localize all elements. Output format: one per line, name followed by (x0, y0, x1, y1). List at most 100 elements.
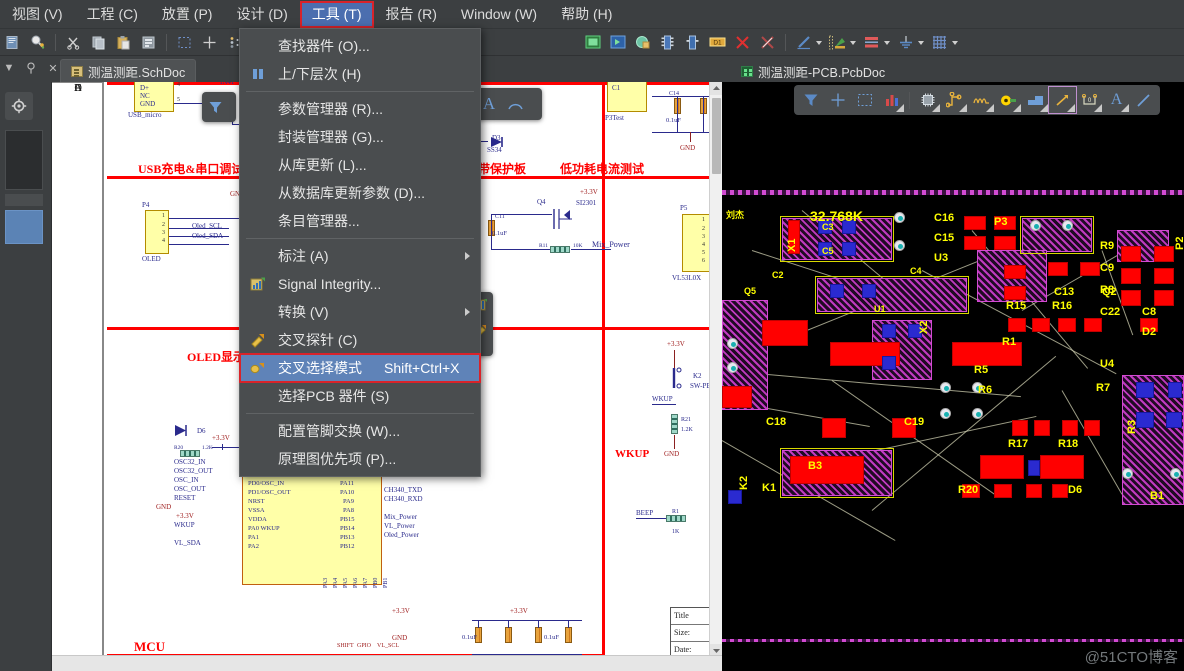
filter-button[interactable] (202, 94, 228, 120)
panel-close-button[interactable]: ✕ (46, 62, 60, 75)
schematic-vscrollbar[interactable] (709, 82, 722, 657)
r21-resistor[interactable] (671, 414, 678, 434)
place-via-button[interactable] (995, 87, 1022, 113)
place-fill-button[interactable] (1022, 87, 1049, 113)
properties-gear-button[interactable] (5, 92, 33, 120)
rubber-stamp-button[interactable] (138, 32, 159, 53)
place-wire-button[interactable] (793, 32, 814, 53)
menu-item-10[interactable]: Signal Integrity... (240, 270, 480, 298)
menu-item-1[interactable]: 上/下层次 (H) (240, 60, 480, 88)
filter-button[interactable] (797, 87, 824, 113)
menu-tools[interactable]: 工具 (T) (299, 0, 374, 28)
menu-item-3[interactable]: 参数管理器 (R)... (240, 95, 480, 123)
schematic-float-toolbar-1[interactable] (202, 92, 236, 122)
place-power-port-button[interactable] (895, 32, 916, 53)
menu-item-13[interactable]: 交叉选择模式 Shift+Ctrl+X (239, 353, 481, 383)
arc-icon (507, 103, 523, 109)
menu-item-5[interactable]: 从库更新 (L)... (240, 151, 480, 179)
place-bus-button[interactable] (861, 32, 882, 53)
selection-swatch[interactable] (5, 210, 43, 244)
clear-no-erc-button[interactable] (757, 32, 778, 53)
place-line-button[interactable] (1048, 86, 1077, 114)
place-device-sheet-button[interactable] (632, 32, 653, 53)
panel-pin-button[interactable]: ⚲ (24, 60, 38, 76)
place-component-button[interactable] (914, 87, 941, 113)
menu-item-17[interactable]: 原理图优先项 (P)... (240, 445, 480, 473)
place-dimension-button[interactable]: 0 (1076, 87, 1103, 113)
menu-report[interactable]: 报告 (R) (375, 2, 448, 27)
place-sheet-symbol-button[interactable] (582, 32, 603, 53)
menu-item-9[interactable]: 标注 (A) (240, 242, 480, 270)
no-erc-button[interactable] (732, 32, 753, 53)
place-graphic-caret[interactable] (850, 41, 856, 45)
menu-window[interactable]: Window (W) (450, 2, 548, 27)
menu-item-16[interactable]: 配置管脚交换 (W)... (240, 417, 480, 445)
menu-place[interactable]: 放置 (P) (151, 2, 224, 27)
menu-item-6[interactable]: 从数据库更新参数 (D)... (240, 179, 480, 207)
menu-item-7[interactable]: 条目管理器... (240, 207, 480, 235)
menu-item-shortcut: Shift+Ctrl+X (384, 360, 460, 376)
menu-item-12[interactable]: 交叉探针 (C) (240, 326, 480, 354)
decoupling-cap-3[interactable] (535, 627, 542, 643)
place-port-button[interactable] (682, 32, 703, 53)
tools-dropdown-menu[interactable]: 查找器件 (O)... 上/下层次 (H) 参数管理器 (R)... 封装管理器 (G… (239, 28, 481, 477)
grid-caret[interactable] (952, 41, 958, 45)
decoupling-cap-2[interactable] (505, 627, 512, 643)
tab-pcb-document[interactable]: 测温测距-PCB.PcbDoc (730, 59, 897, 82)
pcb-editor[interactable]: 0 A 32.768K X1 C3 C5 C4 C2 Q5 X2 U1 C18 … (722, 82, 1184, 671)
menu-item-11[interactable]: 转换 (V) (240, 298, 480, 326)
menu-item-0[interactable]: 查找器件 (O)... (240, 32, 480, 60)
menu-design[interactable]: 设计 (D) (225, 2, 298, 27)
menu-project[interactable]: 工程 (C) (76, 2, 149, 27)
submenu-arrow-icon (465, 308, 470, 316)
accordion-icon (973, 98, 989, 104)
vl53l0x-symbol[interactable] (682, 214, 710, 272)
select-area-button[interactable] (851, 87, 878, 113)
left-side-panel (0, 82, 52, 671)
paste-button[interactable] (113, 32, 134, 53)
interactive-length-tuning-button[interactable] (968, 87, 995, 113)
net-osc-in: OSC_IN (174, 476, 199, 484)
crosshair-button[interactable] (824, 87, 851, 113)
panel-dropdown-button[interactable]: ▼ (2, 62, 16, 74)
part-icon (661, 35, 674, 49)
menu-help[interactable]: 帮助 (H) (550, 2, 623, 27)
place-net-label-button[interactable]: D1 (707, 32, 728, 53)
pcb-designator-c2: C2 (772, 270, 784, 280)
browse-library-button[interactable] (27, 32, 48, 53)
schematic-scroll-thumb[interactable] (712, 98, 721, 174)
menu-item-label: Signal Integrity... (278, 276, 382, 292)
open-document-button[interactable] (2, 32, 23, 53)
pushbutton-symbol[interactable] (662, 366, 690, 394)
cut-button[interactable] (63, 32, 84, 53)
menu-item-14[interactable]: 选择PCB 器件 (S) (240, 382, 480, 410)
place-string-button[interactable]: A (1103, 87, 1130, 113)
tab-schematic-document[interactable]: 测温测距.SchDoc (60, 59, 197, 82)
place-graphic-button[interactable] (827, 32, 848, 53)
select-area-button[interactable] (174, 32, 195, 53)
route-track-button[interactable] (941, 87, 968, 113)
place-part-button[interactable] (657, 32, 678, 53)
place-track-button[interactable] (1130, 87, 1157, 113)
layer-stack-button[interactable] (878, 87, 905, 113)
menu-view[interactable]: 视图 (V) (1, 2, 74, 27)
copy-button[interactable] (88, 32, 109, 53)
decoupling-cap-4[interactable] (565, 627, 572, 643)
pcb-board-view[interactable]: 32.768K X1 C3 C5 C4 C2 Q5 X2 U1 C18 C19 … (722, 190, 1184, 642)
place-arc-button[interactable] (502, 91, 528, 117)
place-power-port-caret[interactable] (918, 41, 924, 45)
move-button[interactable] (199, 32, 220, 53)
pcb-designator-x1: X1 (786, 238, 798, 252)
r11-resistor[interactable] (550, 246, 570, 253)
place-bus-caret[interactable] (884, 41, 890, 45)
mosfet-symbol[interactable] (550, 206, 580, 232)
led-symbol[interactable] (172, 422, 194, 442)
preview-thumbnail[interactable] (5, 130, 43, 190)
oled-connector-symbol[interactable] (145, 210, 169, 254)
menu-item-4[interactable]: 封装管理器 (G)... (240, 123, 480, 151)
grid-button[interactable] (929, 32, 950, 53)
place-sheet-entry-button[interactable] (607, 32, 628, 53)
beep-resistor[interactable] (666, 515, 686, 522)
place-wire-caret[interactable] (816, 41, 822, 45)
scroll-up-arrow[interactable] (710, 82, 722, 95)
